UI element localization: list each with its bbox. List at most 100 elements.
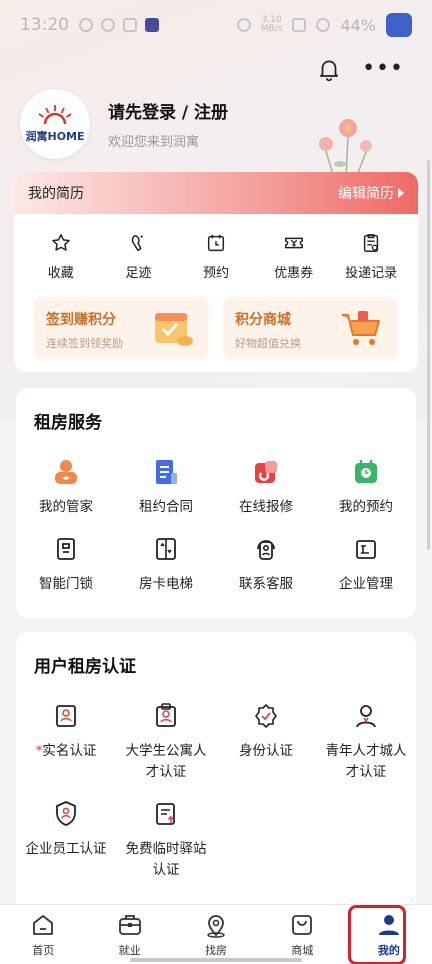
service-elevator[interactable]: 房卡电梯 [116, 534, 216, 595]
quick-footprint[interactable]: 足迹 [103, 232, 173, 281]
verify-student[interactable]: 大学生公寓人 才认证 [116, 701, 216, 783]
more-dots-icon[interactable]: ••• [362, 58, 404, 80]
verify-label: 青年人才城人 才认证 [325, 743, 407, 780]
nav-jobs[interactable]: 就业 [86, 905, 172, 964]
edit-resume-label: 编辑简历 [338, 186, 394, 202]
calendar-mini-icon [123, 18, 137, 32]
wifi-icon [316, 18, 331, 32]
scrollbar[interactable] [427, 160, 430, 550]
status-notification-icons [79, 18, 159, 32]
status-bar: 13:20 3.10 MB/s 44% [0, 0, 432, 50]
nav-find-house[interactable]: 找房 [173, 905, 259, 964]
service-butler[interactable]: 我的管家 [16, 457, 116, 518]
quick-label: 投递记录 [345, 266, 398, 281]
sync-icon [101, 18, 115, 32]
nav-label: 商城 [291, 944, 314, 957]
shopping-bag-icon [292, 915, 313, 935]
service-label: 我的管家 [39, 499, 93, 515]
quick-appointment[interactable]: 预约 [181, 232, 251, 281]
verify-youth-talent[interactable]: 青年人才城人 才认证 [316, 701, 416, 783]
nav-mall[interactable]: 商城 [259, 905, 345, 964]
resume-card: 我的简历 编辑简历 收藏 足迹 预约 优惠券 投递记录 签到赚积分 连续签到领奖… [14, 172, 418, 372]
briefcase-icon [118, 915, 141, 935]
service-label: 在线报修 [239, 499, 293, 515]
service-contract[interactable]: 租约合同 [116, 457, 216, 518]
record-icon [364, 234, 379, 252]
lock-icon [57, 538, 75, 560]
edit-resume-button[interactable]: 编辑简历 [338, 183, 404, 203]
checkin-promo[interactable]: 签到赚积分 连续签到领奖励 [34, 297, 209, 359]
verify-label: 企业员工认证 [25, 841, 107, 857]
rental-services-grid: 我的管家 租约合同 在线报修 我的预约 智能门锁 房卡电梯 联系客服 企业管理 [16, 433, 416, 595]
nav-label: 找房 [205, 944, 228, 957]
sun-logo-icon [38, 105, 72, 125]
service-customer-service[interactable]: 联系客服 [216, 534, 316, 595]
service-label: 企业管理 [339, 576, 393, 592]
login-register-link[interactable]: 请先登录 / 注册 [108, 98, 228, 123]
quick-favorites[interactable]: 收藏 [26, 232, 96, 281]
service-label: 智能门锁 [39, 576, 93, 592]
verify-label-text: 实名认证 [42, 743, 97, 759]
service-label: 联系客服 [239, 576, 293, 592]
notification-dot-icon [79, 18, 93, 32]
quick-records[interactable]: 投递记录 [336, 232, 406, 281]
resume-title: 我的简历 [28, 186, 84, 202]
resume-bar: 我的简历 编辑简历 [14, 172, 418, 214]
service-repair[interactable]: 在线报修 [216, 457, 316, 518]
appointment-icon [355, 460, 377, 483]
calendar-icon [207, 234, 225, 252]
logo-text: 润寓HOME [25, 130, 85, 143]
verify-temporary-station[interactable]: 免费临时驿站 认证 [116, 799, 216, 881]
battery-text: 44% [340, 15, 376, 35]
student-icon [156, 703, 176, 727]
id-card-icon [56, 705, 76, 727]
quick-label: 优惠券 [274, 266, 314, 281]
nav-mine[interactable]: 我的 [346, 905, 432, 964]
home-icon [33, 915, 54, 935]
service-smart-lock[interactable]: 智能门锁 [16, 534, 116, 595]
quick-label: 预约 [202, 266, 229, 281]
quick-actions: 收藏 足迹 预约 优惠券 投递记录 [14, 214, 418, 281]
elevator-icon [156, 538, 176, 560]
verification-title: 用户租房认证 [34, 657, 136, 677]
service-appointment[interactable]: 我的预约 [316, 457, 416, 518]
vibrate-icon [236, 18, 251, 32]
service-enterprise[interactable]: 企业管理 [316, 534, 416, 595]
battery-icon [386, 13, 412, 37]
repair-icon [255, 461, 277, 483]
butler-icon [55, 460, 77, 484]
quick-coupons[interactable]: 优惠券 [259, 232, 329, 281]
points-mall-promo[interactable]: 积分商城 好物超值兑换 [223, 297, 398, 359]
bottom-navigation: 首页 就业 找房 商城 我的 [0, 904, 432, 964]
net-speed: 3.10 MB/s [261, 16, 283, 34]
top-actions: ••• [316, 56, 404, 82]
status-right: 3.10 MB/s 44% [236, 13, 412, 37]
service-label: 房卡电梯 [139, 576, 193, 592]
verify-label: 大学生公寓人 才认证 [125, 743, 207, 780]
verify-label: *实名认证 [36, 741, 97, 762]
contract-icon [156, 460, 177, 484]
star-icon [51, 234, 70, 251]
verification-grid: *实名认证 大学生公寓人 才认证 身份认证 青年人才城人 才认证 企业员工认证 … [16, 677, 416, 881]
rental-services-title: 租房服务 [34, 413, 102, 433]
home-indicator [130, 958, 302, 962]
shield-user-icon [56, 801, 76, 826]
bell-icon[interactable] [316, 56, 342, 82]
quick-label: 收藏 [47, 266, 74, 281]
nav-label: 首页 [32, 944, 55, 957]
verify-label: 免费临时驿站 认证 [125, 841, 207, 878]
cart-icon [342, 311, 380, 345]
status-time: 13:20 [20, 15, 69, 35]
app-mini-icon [145, 18, 159, 32]
coupon-icon [284, 237, 303, 249]
person-icon [356, 705, 376, 728]
verify-identity[interactable]: 身份认证 [216, 701, 316, 783]
rental-services-card: 租房服务 我的管家 租约合同 在线报修 我的预约 智能门锁 房卡电梯 联系客服 [16, 388, 416, 618]
checkin-icon [155, 313, 193, 346]
verify-real-name[interactable]: *实名认证 [16, 701, 116, 783]
arrow-right-icon [398, 188, 404, 198]
nav-home[interactable]: 首页 [0, 905, 86, 964]
service-label: 租约合同 [139, 499, 193, 515]
verify-employee[interactable]: 企业员工认证 [16, 799, 116, 881]
welcome-text: 欢迎您来到润寓 [108, 135, 200, 150]
